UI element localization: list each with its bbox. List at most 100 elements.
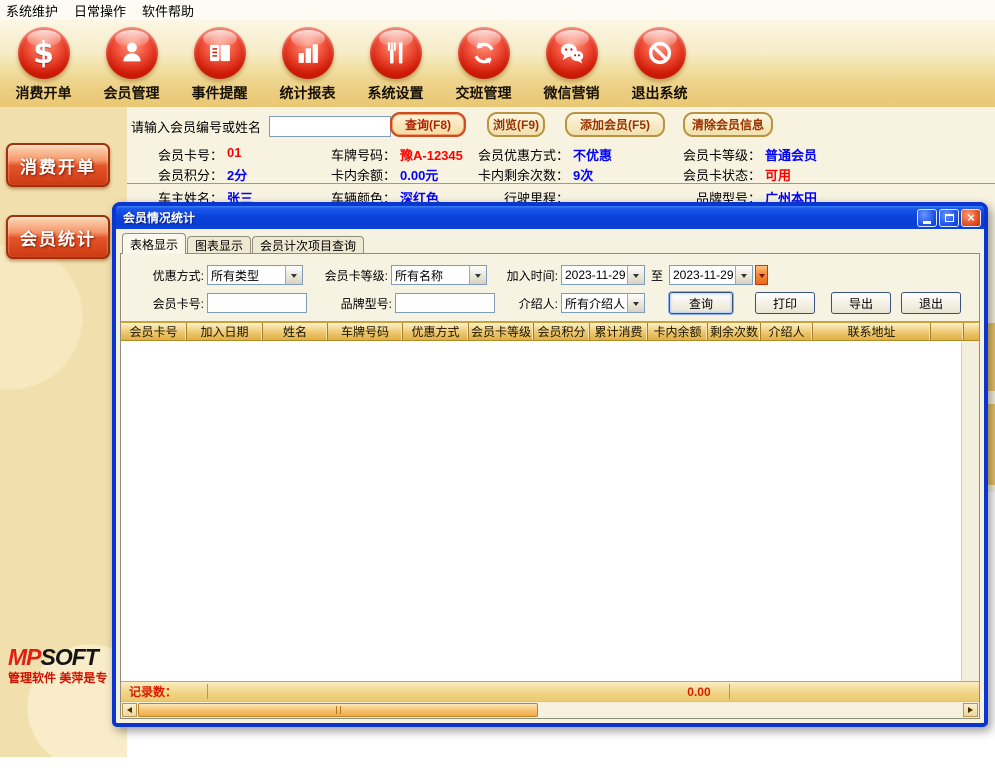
chevron-down-icon[interactable] (627, 266, 644, 284)
referrer-filter-value: 所有介绍人 (562, 295, 627, 312)
toolbar-button-shift[interactable]: 交班管理 (452, 27, 515, 103)
toolbar-label: 交班管理 (456, 83, 512, 103)
wechat-icon (546, 27, 598, 79)
dollar-icon: $ (18, 27, 70, 79)
chevron-down-icon (759, 274, 765, 281)
tab-page-table-view: 优惠方式: 所有类型 会员卡等级: 所有名称 加入时间: 2023-11-29 … (120, 253, 980, 719)
brand-filter-input[interactable] (395, 293, 495, 313)
discount-mode-label: 会员优惠方式： (439, 145, 569, 164)
date-from-value: 2023-11-29 (562, 268, 627, 282)
level-filter-value: 所有名称 (392, 267, 469, 284)
query-button[interactable]: 查询 (669, 292, 733, 314)
toolbar-button-wechat[interactable]: 微信营销 (540, 27, 603, 103)
vertical-scrollbar-track[interactable] (961, 341, 979, 681)
column-header-card-no[interactable]: 会员卡号 (121, 323, 187, 340)
remaining-times-label: 卡内剩余次数： (439, 165, 569, 184)
maximize-button[interactable] (939, 209, 959, 227)
date-to-select[interactable]: 2023-11-29 (669, 265, 753, 285)
exit-icon (634, 27, 686, 79)
toolbar-button-members[interactable]: 会员管理 (100, 27, 163, 103)
browse-f9-button[interactable]: 浏览(F9) (487, 112, 545, 137)
column-header-total-spent[interactable]: 累计消费 (590, 323, 648, 340)
chevron-right-icon (968, 707, 976, 713)
level-filter-select[interactable]: 所有名称 (391, 265, 487, 285)
date-to-connector: 至 (645, 267, 669, 284)
scrollbar-grip (336, 706, 341, 714)
chevron-down-icon[interactable] (469, 266, 486, 284)
column-header-join-date[interactable]: 加入日期 (187, 323, 263, 340)
record-total-value: 0.00 (687, 685, 710, 699)
filter-row-1: 优惠方式: 所有类型 会员卡等级: 所有名称 加入时间: 2023-11-29 … (129, 263, 979, 287)
date-from-select[interactable]: 2023-11-29 (561, 265, 645, 285)
referrer-filter-label: 介绍人: (495, 295, 561, 312)
tab-chart-view[interactable]: 图表显示 (187, 236, 251, 254)
balance-label: 卡内余额： (303, 165, 396, 184)
points-label: 会员积分： (127, 165, 223, 184)
toolbar-button-billing[interactable]: $ 消费开单 (12, 27, 75, 103)
toolbar-button-settings[interactable]: 系统设置 (364, 27, 427, 103)
column-header-referrer[interactable]: 介绍人 (761, 323, 813, 340)
member-search-input[interactable] (269, 116, 391, 137)
discount-filter-value: 所有类型 (208, 267, 285, 284)
toolbar-button-exit[interactable]: 退出系统 (628, 27, 691, 103)
sidebar-button-member-stats[interactable]: 会员统计 (6, 215, 110, 259)
filter-row-2: 会员卡号: 品牌型号: 介绍人: 所有介绍人 查询 打印 导出 退出 (129, 291, 979, 315)
column-header-address[interactable]: 联系地址 (813, 323, 931, 340)
close-button[interactable]: × (961, 209, 981, 227)
discount-filter-select[interactable]: 所有类型 (207, 265, 303, 285)
referrer-filter-select[interactable]: 所有介绍人 (561, 293, 645, 313)
column-header-points[interactable]: 会员积分 (534, 323, 590, 340)
add-member-f5-button[interactable]: 添加会员(F5) (565, 112, 665, 137)
tab-count-item-query[interactable]: 会员计次项目查询 (252, 236, 364, 254)
minimize-button[interactable] (917, 209, 937, 227)
card-filter-input[interactable] (207, 293, 307, 313)
column-header-plate-no[interactable]: 车牌号码 (328, 323, 403, 340)
member-icon (106, 27, 158, 79)
toolbar-label: 事件提醒 (192, 83, 248, 103)
date-to-value: 2023-11-29 (670, 268, 735, 282)
points-value: 2分 (227, 165, 247, 184)
toolbar-label: 微信营销 (544, 83, 600, 103)
chevron-down-icon[interactable] (285, 266, 302, 284)
column-header-balance[interactable]: 卡内余额 (648, 323, 708, 340)
column-header-card-level[interactable]: 会员卡等级 (469, 323, 534, 340)
scroll-left-button[interactable] (122, 703, 137, 717)
toolbar-label: 会员管理 (104, 83, 160, 103)
chevron-down-icon[interactable] (627, 294, 644, 312)
tab-table-view[interactable]: 表格显示 (122, 233, 186, 254)
mpsoft-logo: MPSOFT 管理软件 美萍是专 (8, 645, 126, 686)
menu-software-help[interactable]: 软件帮助 (142, 1, 194, 20)
sidebar: 消费开单 会员统计 MPSOFT 管理软件 美萍是专 (0, 107, 127, 757)
date-dropdown-highlight-button[interactable] (755, 265, 768, 285)
export-button[interactable]: 导出 (831, 292, 891, 314)
horizontal-scrollbar-thumb[interactable] (138, 703, 538, 717)
toolbar-label: 统计报表 (280, 83, 336, 103)
table-body[interactable] (121, 341, 979, 681)
query-f8-button[interactable]: 查询(F8) (390, 112, 466, 137)
dialog-title: 会员情况统计 (123, 209, 915, 226)
exit-button[interactable]: 退出 (901, 292, 961, 314)
dialog-tabs: 表格显示 图表显示 会员计次项目查询 (120, 232, 980, 254)
chevron-down-icon[interactable] (735, 266, 752, 284)
dialog-titlebar[interactable]: 会员情况统计 × (116, 206, 984, 229)
discount-mode-value: 不优惠 (573, 145, 612, 164)
toolbar-button-reminders[interactable]: 事件提醒 (188, 27, 251, 103)
toolbar-label: 系统设置 (368, 83, 424, 103)
window-edge-decoration (988, 312, 995, 492)
horizontal-scrollbar[interactable] (121, 701, 979, 718)
chevron-left-icon (124, 707, 132, 713)
sidebar-button-billing[interactable]: 消费开单 (6, 143, 110, 187)
column-header-name[interactable]: 姓名 (263, 323, 328, 340)
menu-system-maintenance[interactable]: 系统维护 (6, 1, 58, 20)
toolbar-button-reports[interactable]: 统计报表 (276, 27, 339, 103)
print-button[interactable]: 打印 (755, 292, 815, 314)
column-header-discount-mode[interactable]: 优惠方式 (403, 323, 469, 340)
logo-brand: MPSOFT (8, 645, 126, 669)
status-divider (207, 684, 208, 699)
menu-daily-operations[interactable]: 日常操作 (74, 1, 126, 20)
filter-panel: 优惠方式: 所有类型 会员卡等级: 所有名称 加入时间: 2023-11-29 … (121, 254, 979, 322)
column-header-remaining-times[interactable]: 剩余次数 (708, 323, 761, 340)
clear-member-info-button[interactable]: 清除会员信息 (683, 112, 773, 137)
scroll-right-button[interactable] (963, 703, 978, 717)
toolbar-label: 退出系统 (632, 83, 688, 103)
